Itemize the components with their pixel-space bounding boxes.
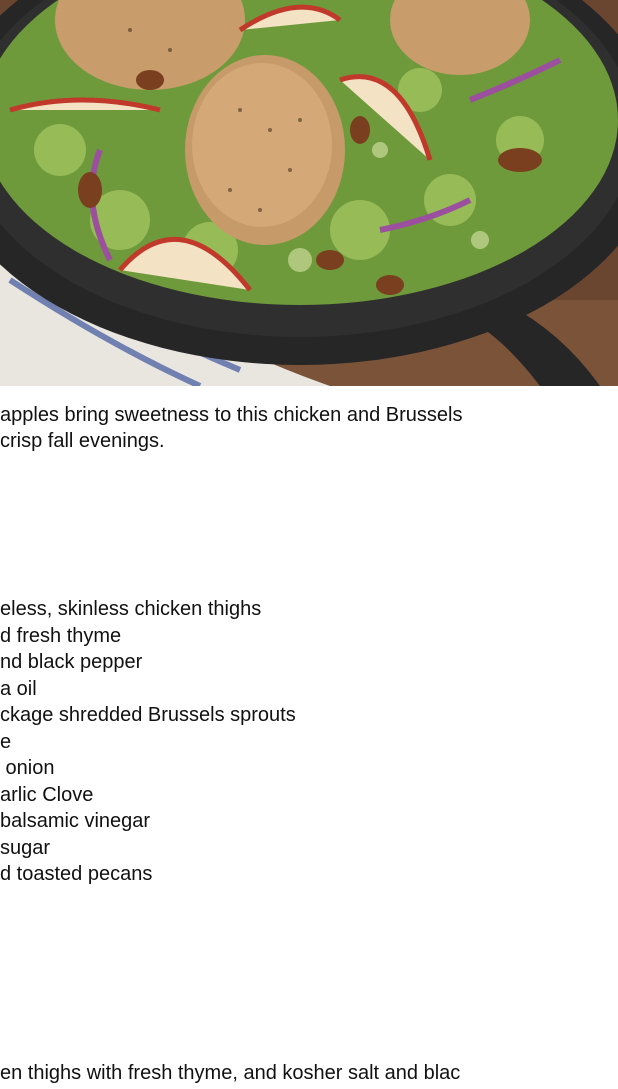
intro-line: crisp fall evenings.: [0, 430, 165, 452]
ingredient-item: nd black pepper: [0, 651, 143, 673]
ingredient-item: eless, skinless chicken thighs: [0, 598, 262, 620]
ingredient-item: arlic Clove: [0, 783, 94, 806]
ingredient-item: onion: [0, 757, 55, 779]
ingredient-item: e: [0, 730, 12, 753]
directions: en thighs with fresh thyme, and kosher s…: [0, 1060, 618, 1086]
ingredient-item: d toasted pecans: [0, 863, 153, 885]
ingredient-item: balsamic vinegar: [0, 810, 151, 832]
intro-line: apples bring sweetness to this chicken a…: [0, 404, 463, 426]
ingredient-item: sugar: [0, 836, 51, 859]
ingredient-item: ckage shredded Brussels sprouts: [0, 704, 296, 726]
recipe-photo: [0, 0, 618, 386]
ingredient-list: eless, skinless chicken thighs d fresh t…: [0, 596, 618, 888]
ingredient-item: a oil: [0, 677, 37, 700]
ingredient-item: d fresh thyme: [0, 624, 122, 647]
recipe-intro: apples bring sweetness to this chicken a…: [0, 402, 618, 454]
direction-step: en thighs with fresh thyme, and kosher s…: [0, 1062, 461, 1084]
